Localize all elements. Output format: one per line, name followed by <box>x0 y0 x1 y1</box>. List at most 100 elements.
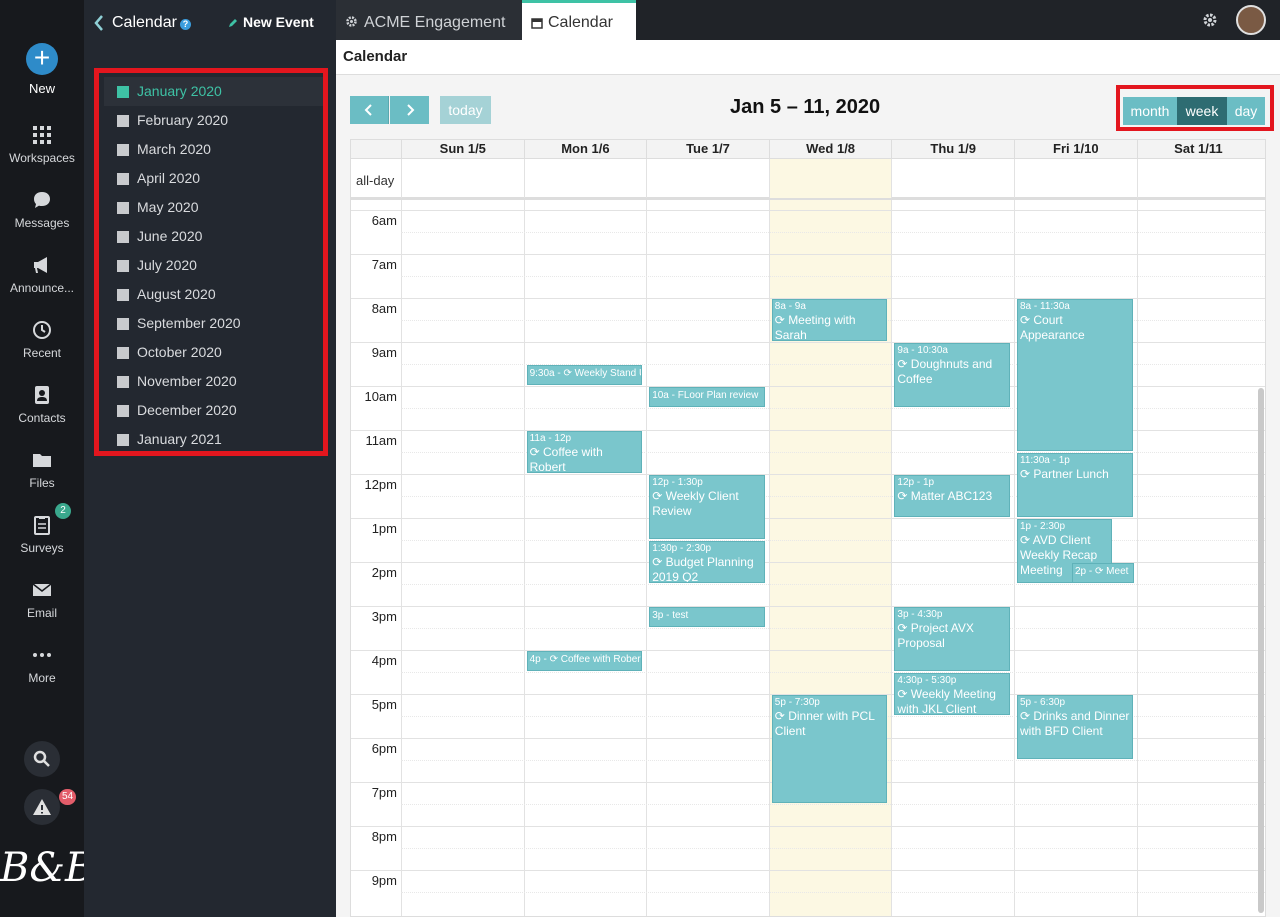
alerts-button[interactable] <box>24 789 60 825</box>
calendar-event[interactable]: 11a - 12p ⟳ Coffee with Robert <box>526 431 643 473</box>
sidebar-month-item[interactable]: January 2020 <box>104 77 323 106</box>
rail-item-more[interactable]: More <box>0 645 84 705</box>
sidebar-month-item[interactable]: June 2020 <box>104 222 323 251</box>
tab-calendar[interactable]: Calendar <box>522 0 636 40</box>
new-plus-icon[interactable]: + <box>26 43 58 75</box>
sidebar-month-item[interactable]: November 2020 <box>104 367 323 396</box>
sidebar-month-item[interactable]: May 2020 <box>104 193 323 222</box>
month-checkbox[interactable] <box>117 405 129 417</box>
column-divider <box>1014 200 1015 916</box>
month-checkbox[interactable] <box>117 376 129 388</box>
month-checkbox[interactable] <box>117 434 129 446</box>
search-button[interactable] <box>24 741 60 777</box>
view-week-button[interactable]: week <box>1177 97 1227 125</box>
recurring-icon: ⟳ <box>560 368 575 379</box>
calendar-event[interactable]: 5p - 6:30p ⟳ Drinks and Dinner with BFD C… <box>1017 695 1133 759</box>
hour-label: 12pm <box>364 477 397 492</box>
sidebar-month-item[interactable]: September 2020 <box>104 309 323 338</box>
sidebar-month-item[interactable]: February 2020 <box>104 106 323 135</box>
tab-acme-engagement[interactable]: ACME Engagement <box>336 0 522 40</box>
time-grid: 6am 7am 8am 9am 10am 11am 12pm 1pm 2pm 3pm 4pm 5pm 6… <box>351 200 1265 916</box>
calendar-event[interactable]: 8a - 11:30a ⟳ Court Appearance <box>1017 299 1133 451</box>
day-header: Thu 1/9 <box>891 140 1014 158</box>
half-hour-line <box>401 672 1265 673</box>
recurring-icon: ⟳ <box>652 489 666 503</box>
month-checkbox[interactable] <box>117 260 129 272</box>
sidebar-month-item[interactable]: January 2021 <box>104 425 323 454</box>
sidebar-month-item[interactable]: August 2020 <box>104 280 323 309</box>
month-checkbox[interactable] <box>117 86 129 98</box>
calendar-event[interactable]: 8a - 9a ⟳ Meeting with Sarah <box>771 299 888 341</box>
half-hour-line <box>401 496 1265 497</box>
half-hour-line <box>401 804 1265 805</box>
calendar-event[interactable]: 12p - 1:30p ⟳ Weekly Client Review <box>649 475 765 539</box>
user-avatar[interactable] <box>1236 5 1266 35</box>
sidebar-month-item[interactable]: December 2020 <box>104 396 323 425</box>
rail-item-announcements[interactable]: Announce... <box>0 255 84 315</box>
event-title: Weekly Meeting with JKL Client <box>897 687 996 715</box>
calendar-event[interactable]: 9a - 10:30a ⟳ Doughnuts and Coffee <box>894 343 1010 407</box>
rail-item-email[interactable]: Email <box>0 580 84 640</box>
calendar-event[interactable]: 2p - ⟳ Meet <box>1072 563 1134 583</box>
sidebar-month-item[interactable]: July 2020 <box>104 251 323 280</box>
help-icon[interactable]: ? <box>180 19 191 30</box>
rail-item-recent[interactable]: Recent <box>0 320 84 380</box>
envelope-icon <box>32 583 52 596</box>
sidebar-month-item[interactable]: March 2020 <box>104 135 323 164</box>
column-divider <box>401 159 402 198</box>
month-checkbox[interactable] <box>117 347 129 359</box>
back-chevron-icon[interactable] <box>94 14 104 32</box>
month-checkbox[interactable] <box>117 289 129 301</box>
column-divider <box>768 200 770 916</box>
settings-gear-icon[interactable] <box>1202 12 1218 28</box>
rail-item-workspaces[interactable]: Workspaces <box>0 125 84 185</box>
view-month-button[interactable]: month <box>1123 97 1177 125</box>
prev-button[interactable] <box>350 96 389 124</box>
calendar-event[interactable]: 5p - 7:30p ⟳ Dinner with PCL Client <box>771 695 888 803</box>
calendar-event[interactable]: 1:30p - 2:30p ⟳ Budget Planning 2019 Q2 <box>649 541 765 583</box>
rail-item-files[interactable]: Files <box>0 450 84 510</box>
calendar-event[interactable]: 12p - 1p ⟳ Matter ABC123 <box>894 475 1010 517</box>
month-checkbox[interactable] <box>117 115 129 127</box>
new-label[interactable]: New <box>0 81 84 96</box>
sidebar-month-item[interactable]: April 2020 <box>104 164 323 193</box>
recurring-icon: ⟳ <box>774 313 789 327</box>
scrollbar[interactable] <box>1258 388 1264 913</box>
rail-item-messages[interactable]: Messages <box>0 190 84 250</box>
allday-row: all-day <box>351 158 1265 200</box>
month-checkbox[interactable] <box>117 318 129 330</box>
calendar-event[interactable]: 4p - ⟳ Coffee with Rober <box>526 651 643 671</box>
new-event-button[interactable]: New Event <box>228 14 314 30</box>
month-label: December 2020 <box>137 402 237 418</box>
view-day-button[interactable]: day <box>1227 97 1265 125</box>
recurring-icon: ⟳ <box>897 621 911 635</box>
hour-line <box>351 650 1265 651</box>
month-label: May 2020 <box>137 199 199 215</box>
today-button[interactable]: today <box>440 96 491 124</box>
calendar-event[interactable]: 10a - FLoor Plan review <box>649 387 765 407</box>
column-divider <box>1014 159 1015 198</box>
month-label: June 2020 <box>137 228 203 244</box>
month-checkbox[interactable] <box>117 173 129 185</box>
rail-item-surveys[interactable]: Surveys <box>0 515 84 575</box>
column-divider <box>646 159 648 198</box>
calendar-event[interactable]: 3p - test <box>649 607 765 627</box>
hour-label: 9pm <box>371 873 397 888</box>
month-checkbox[interactable] <box>117 231 129 243</box>
next-button[interactable] <box>390 96 429 124</box>
rail-item-contacts[interactable]: Contacts <box>0 385 84 445</box>
app-rail: + New Workspaces Messages Announce... Re… <box>0 0 94 917</box>
month-checkbox[interactable] <box>117 202 129 214</box>
month-checkbox[interactable] <box>117 144 129 156</box>
event-time: 8a - 9a <box>774 301 806 312</box>
rail-label: Contacts <box>18 411 66 425</box>
page-title: Calendar <box>343 48 408 65</box>
calendar-event[interactable]: 9:30a - ⟳ Weekly Stand U <box>526 365 643 385</box>
calendar-event[interactable]: 11:30a - 1p ⟳ Partner Lunch <box>1017 453 1133 517</box>
surveys-badge: 2 <box>55 503 71 519</box>
event-time: 1:30p - 2:30p <box>652 543 712 554</box>
calendar-event[interactable]: 4:30p - 5:30p ⟳ Weekly Meeting with JKL C… <box>894 673 1010 715</box>
calendar-event[interactable]: 3p - 4:30p ⟳ Project AVX Proposal <box>894 607 1010 671</box>
sidebar-month-item[interactable]: October 2020 <box>104 338 323 367</box>
firm-logo: B&B <box>0 838 94 898</box>
